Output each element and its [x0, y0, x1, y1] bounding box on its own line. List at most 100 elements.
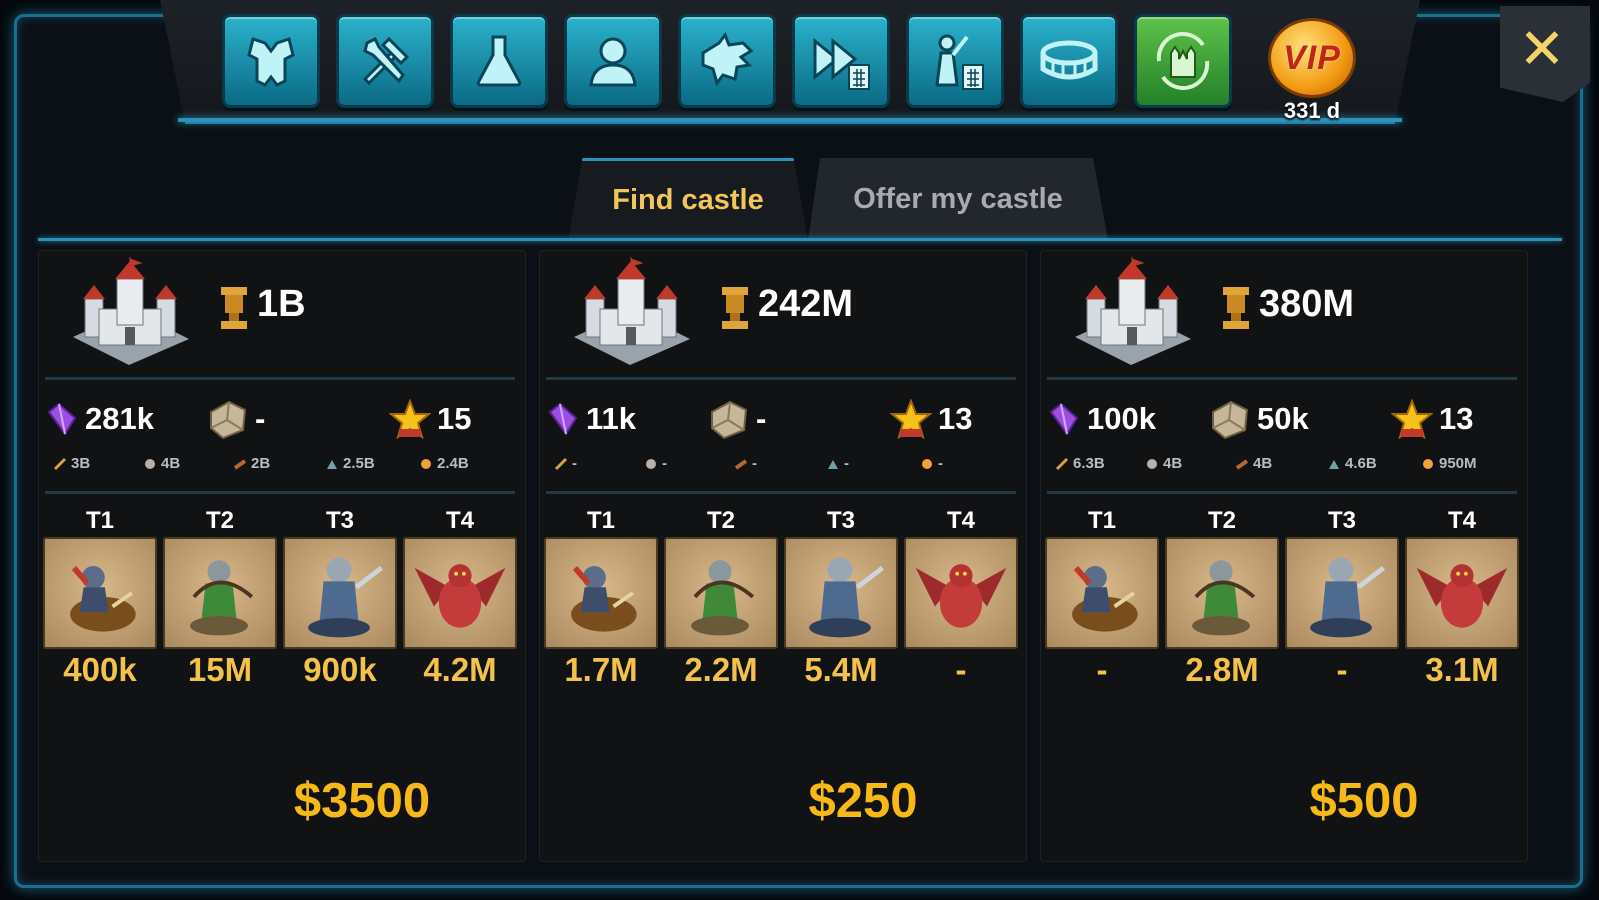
speedup-calculator-icon — [813, 37, 870, 90]
t3-troop-count: - — [1336, 651, 1348, 688]
t2-troop-portrait — [1165, 537, 1279, 649]
stone-value: - — [255, 401, 266, 436]
vip-status[interactable]: VIP 331 d — [1262, 14, 1362, 123]
troop-count-row: 400k 15M 900k 4.2M — [39, 651, 525, 691]
castle-trade-button[interactable] — [1134, 14, 1232, 108]
wood-icon — [1235, 458, 1249, 470]
castle-price: $250 — [808, 774, 918, 828]
troop-portraits — [39, 537, 525, 651]
food-icon — [1055, 457, 1069, 470]
food-value: 6.3B — [1073, 455, 1105, 472]
close-icon: ✕ — [1518, 17, 1566, 80]
stars-value: 15 — [437, 401, 472, 436]
vip-label: VIP — [1283, 38, 1341, 77]
dragon-button[interactable] — [678, 14, 776, 108]
profile-button[interactable] — [564, 14, 662, 108]
card-header: 1B — [39, 251, 525, 379]
power-trophy-icon — [722, 287, 748, 329]
gold-value: - — [938, 455, 943, 472]
troop-portraits — [540, 537, 1026, 651]
card-divider — [546, 377, 1016, 380]
stars-value: 13 — [938, 401, 973, 436]
wood-value: - — [752, 455, 757, 472]
t4-dragon-icon — [1416, 564, 1508, 628]
star-icon — [1391, 399, 1433, 439]
food-value: - — [572, 455, 577, 472]
stone-resource-value: 4B — [1163, 455, 1183, 472]
t2-troop-count: 15M — [187, 651, 253, 688]
tier-label: T2 — [706, 507, 735, 534]
t3-knight-icon — [308, 557, 383, 638]
tier-label: T4 — [445, 507, 474, 534]
troop-count-row: 1.7M 2.2M 5.4M - — [540, 651, 1026, 691]
speedup-calculator-button[interactable] — [792, 14, 890, 108]
t2-troop-portrait — [163, 537, 277, 649]
ore-stat: - — [826, 455, 849, 472]
close-button[interactable]: ✕ — [1500, 6, 1590, 102]
stone-icon — [711, 400, 748, 440]
t1-troop-portrait — [43, 537, 157, 649]
stone-icon — [210, 400, 247, 440]
t1-troop-count: - — [1096, 651, 1108, 688]
research-button[interactable] — [450, 14, 548, 108]
troop-portraits — [1041, 537, 1527, 651]
tools-button[interactable] — [336, 14, 434, 108]
t1-troop-count: 1.7M — [564, 651, 638, 688]
castle-offer-card-1[interactable]: 1B 281k - 15 3B 4B 2B 2.5B 2.4B T1 T2 T3… — [38, 250, 526, 862]
stone-resource-stat: 4B — [143, 455, 180, 472]
tab-offer-my-castle[interactable]: Offer my castle — [808, 158, 1108, 240]
castle-offer-card-2[interactable]: 242M 11k - 13 - - - - - T1 T2 T3 T4 1.7M… — [539, 250, 1027, 862]
star-icon — [890, 399, 932, 439]
stone-resource-icon — [646, 458, 656, 469]
tier-label: T3 — [325, 507, 354, 534]
dragon-icon — [701, 31, 754, 87]
ore-value: - — [844, 455, 849, 472]
t3-troop-count: 900k — [303, 651, 377, 688]
tier-label: T1 — [586, 507, 615, 534]
card-header: 380M — [1041, 251, 1527, 379]
gold-coin-icon — [1423, 458, 1433, 469]
t4-troop-count: - — [955, 651, 967, 688]
card-divider — [546, 491, 1016, 494]
wood-stat: 4B — [1235, 455, 1272, 472]
tab-find-castle[interactable]: Find castle — [568, 158, 808, 240]
tools-icon — [362, 36, 410, 86]
ore-icon — [828, 459, 838, 469]
stone-stat: - — [207, 391, 265, 447]
arena-button[interactable] — [1020, 14, 1118, 108]
t4-troop-count: 4.2M — [423, 651, 497, 688]
ore-value: 2.5B — [343, 455, 375, 472]
card-divider — [1047, 377, 1517, 380]
star-icon — [389, 399, 431, 439]
resource-row: 281k - 15 — [39, 391, 525, 447]
t1-rider-icon — [70, 566, 136, 632]
troop-calculator-button[interactable] — [906, 14, 1004, 108]
food-stat: 6.3B — [1055, 455, 1105, 472]
castle-power: 242M — [758, 283, 854, 325]
t2-troop-count: 2.8M — [1185, 651, 1259, 688]
resource-row: 11k - 13 — [540, 391, 1026, 447]
vip-days-remaining: 331 d — [1283, 98, 1341, 123]
t4-troop-portrait — [1405, 537, 1519, 649]
castle-offer-card-3[interactable]: 380M 100k 50k 13 6.3B 4B 4B 4.6B 950M T1… — [1040, 250, 1528, 862]
gems-stat: 11k — [546, 391, 636, 447]
food-value: 3B — [71, 455, 91, 472]
tier-label: T2 — [205, 507, 234, 534]
t4-troop-portrait — [403, 537, 517, 649]
power-trophy-icon — [1223, 287, 1249, 329]
food-stat: 3B — [53, 455, 90, 472]
castle-icon — [574, 257, 690, 365]
t1-rider-icon — [571, 566, 637, 632]
food-icon — [554, 457, 568, 470]
gems-value: 281k — [85, 401, 154, 436]
armor-button[interactable] — [222, 14, 320, 108]
stone-stat: - — [708, 391, 766, 447]
flask-icon — [476, 35, 522, 87]
gold-stat: 2.4B — [419, 455, 469, 472]
stone-resource-icon — [1147, 458, 1157, 469]
power-trophy-icon — [221, 287, 247, 329]
troop-tier-labels: T1 T2 T3 T4 — [540, 507, 1026, 535]
t4-dragon-icon — [414, 564, 506, 628]
t3-knight-icon — [1310, 557, 1385, 638]
t2-troop-count: 2.2M — [684, 651, 758, 688]
